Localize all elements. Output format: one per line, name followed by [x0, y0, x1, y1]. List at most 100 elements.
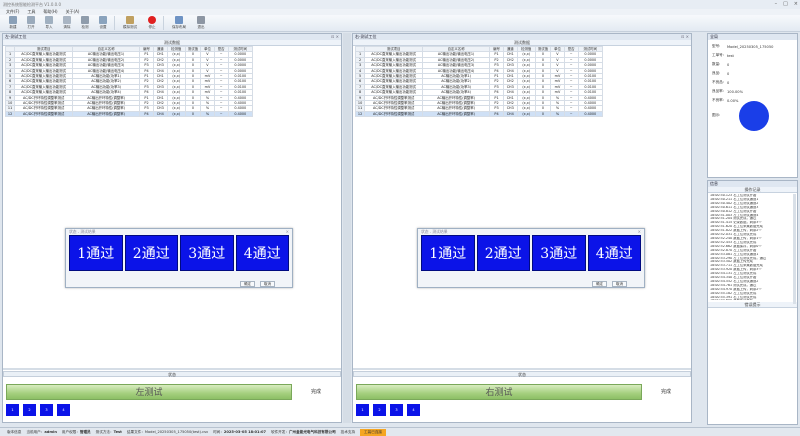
mode-value: Test: [113, 429, 122, 434]
log-scrollbar[interactable]: [793, 194, 796, 304]
table-cell: %: [200, 110, 215, 118]
version-label: 版本信息: [7, 429, 22, 434]
toolbar-separator: [163, 16, 164, 30]
info-key: 型号:: [712, 44, 721, 48]
table-row[interactable]: 12 AC/DC开环特性调整率测试 AC输出开环特性(调整率) P4 CH4 (x,x) 0…: [4, 110, 254, 118]
toolbar-button-1[interactable]: 打开: [22, 15, 40, 32]
toolbar-button-3[interactable]: 清除: [58, 15, 76, 32]
simulate-icon: [126, 16, 134, 24]
toolbar-button-4[interactable]: 检测: [76, 15, 94, 32]
maximize-icon[interactable]: □: [783, 1, 788, 7]
channel-indicator[interactable]: 2: [23, 404, 36, 416]
table-cell: AC/DC开环特性调整率测试: [364, 100, 424, 107]
table-cell: AC/DC开环特性调整率测试: [14, 110, 74, 118]
info-row: 工单号: test: [708, 51, 797, 60]
toolbar-button-0[interactable]: 新建: [4, 15, 22, 32]
table-cell: AC/DC直采输入输出功能测试: [14, 78, 74, 85]
toolbar-separator: [114, 16, 115, 30]
summary-panel: 全局 型号: Model_20250305_175050 工单号: test 数量: 0 良…: [707, 33, 798, 178]
mode-label: 测试方法：: [95, 429, 114, 434]
table-cell: %: [550, 110, 565, 118]
toolbar-label: 模拟测试: [123, 25, 137, 29]
close-icon[interactable]: ×: [794, 1, 798, 7]
left-test-button[interactable]: 左测试: [6, 384, 292, 400]
table-cell: AC/DC直采输入输出功能测试: [14, 89, 74, 96]
left-test-table: 测试项目 自定义名称 编号 通道 检测值 测试值 单位 是否 测试时间 1 AC/DC直采输入输出功…: [4, 45, 254, 118]
table-cell: 0.4000: [577, 110, 604, 118]
toolbar-button-9[interactable]: 退出: [192, 15, 210, 32]
import-icon: [45, 16, 53, 24]
splitter[interactable]: [353, 368, 691, 370]
user-label: 当前用户：: [26, 429, 45, 434]
result-tile: 3通过: [180, 235, 234, 271]
table-cell: AC/DC直采输入输出功能测试: [14, 62, 74, 69]
left-state-header: 状态: [3, 371, 341, 377]
dialog-cancel-button[interactable]: 取消: [260, 281, 275, 287]
perm-label: 用户权限：: [61, 429, 80, 434]
right-result-dialog: 状态 - 测试结果 × 1通过 2通过 3通过 4通过 确定 取消: [417, 228, 645, 288]
table-cell: AC/DC开环特性调整率测试: [364, 105, 424, 112]
channel-indicator[interactable]: 1: [6, 404, 19, 416]
right-test-button[interactable]: 右测试: [356, 384, 642, 400]
stop-icon: [148, 16, 156, 24]
user-value: admin: [44, 429, 57, 434]
info-value: 0: [727, 80, 730, 85]
right-state-header: 状态: [353, 371, 691, 377]
pin-icon[interactable]: ⊡ ×: [681, 34, 691, 40]
toolbar-button-5[interactable]: 设置: [94, 15, 112, 32]
table-cell: AC输出开环特性(调整率): [422, 110, 491, 118]
channel-indicator[interactable]: 4: [57, 404, 70, 416]
toolbar-label: 导入: [45, 25, 53, 29]
table-cell: AC/DC直采输入输出功能测试: [14, 51, 74, 58]
left-station-panel: 左-测试工位 ⊡ × 测试数据 测试项目 自定义名称 编号 通道 检测值 测试值 单位 是否 测试…: [2, 33, 342, 423]
info-value: 100.00%: [727, 89, 743, 94]
info-value: 0: [727, 71, 730, 76]
toolbar-label: 停止: [148, 25, 156, 29]
table-cell: 0: [184, 110, 202, 118]
table-row[interactable]: 12 AC/DC开环特性调整率测试 AC输出开环特性(调整率) P4 CH4 (x,x) 0…: [354, 110, 604, 118]
table-cell: ~: [563, 110, 579, 118]
toolbar-label: 保存布局: [172, 25, 186, 29]
result-tile: 3通过: [532, 235, 586, 271]
result-tile: 2通过: [476, 235, 530, 271]
dialog-close-icon[interactable]: ×: [286, 229, 289, 234]
splitter[interactable]: [3, 368, 341, 370]
channel-indicator[interactable]: 4: [407, 404, 420, 416]
channel-indicator[interactable]: 2: [373, 404, 386, 416]
info-value: 0: [727, 62, 730, 67]
minimize-icon[interactable]: –: [775, 1, 778, 7]
channel-indicator[interactable]: 1: [356, 404, 369, 416]
table-cell: AC/DC直采输入输出功能测试: [364, 89, 424, 96]
chart-row: 图示:: [708, 100, 797, 131]
info-key: 工单号:: [712, 53, 724, 57]
dialog-ok-button[interactable]: 确定: [592, 281, 607, 287]
result-tile: 2通过: [124, 235, 178, 271]
check-icon: [81, 16, 89, 24]
result-tile: 4通过: [235, 235, 289, 271]
toolbar-label: 打开: [27, 25, 35, 29]
table-cell: 12: [354, 110, 366, 118]
center-splitter[interactable]: [343, 33, 351, 423]
info-key: 良品:: [712, 71, 721, 75]
toolbar-button-6[interactable]: 模拟测试: [117, 15, 143, 32]
dialog-cancel-button[interactable]: 取消: [612, 281, 627, 287]
pin-icon[interactable]: ⊡ ×: [331, 34, 341, 40]
toolbar-label: 新建: [9, 25, 17, 29]
channel-indicator[interactable]: 3: [390, 404, 403, 416]
company-label: 软件开发：: [270, 429, 289, 434]
log-line: 18:00:55.600 数据保存完成: [710, 299, 795, 300]
toolbar-button-2[interactable]: 导入: [40, 15, 58, 32]
toolbar-button-8[interactable]: 保存布局: [166, 15, 192, 32]
result-tile: 1通过: [421, 235, 475, 271]
toolbar-button-7[interactable]: 停止: [143, 15, 161, 32]
info-key: 不良率:: [712, 98, 724, 102]
channel-indicator[interactable]: 3: [40, 404, 53, 416]
window-title: 测控系统智能检测平台 V1.0.0.0: [3, 1, 62, 7]
settings-icon: [99, 16, 107, 24]
clear-icon: [63, 16, 71, 24]
table-cell: P4: [139, 110, 154, 118]
exit-icon: [197, 16, 205, 24]
log-list[interactable]: 18:00:50.123 右工位测试开始 18:00:50.211 右工位测试通道…: [708, 193, 797, 300]
dialog-ok-button[interactable]: 确定: [240, 281, 255, 287]
dialog-close-icon[interactable]: ×: [638, 229, 641, 234]
